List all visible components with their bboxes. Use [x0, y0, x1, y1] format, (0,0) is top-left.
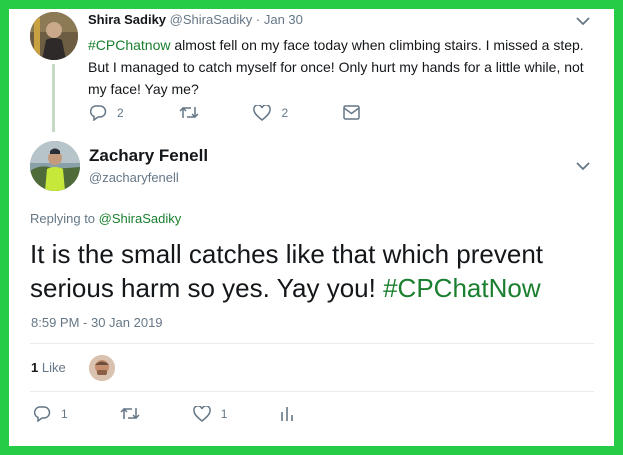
- heart-icon: [192, 405, 211, 422]
- reply-icon: [90, 105, 107, 121]
- chevron-down-icon[interactable]: [574, 157, 592, 180]
- parent-tweet-header: Shira Sadiky @ShiraSadiky · Jan 30: [88, 12, 303, 27]
- reply-icon: [34, 406, 51, 422]
- reply-action-bar: 1 1: [34, 405, 294, 422]
- retweet-action[interactable]: [179, 104, 199, 121]
- reply-action[interactable]: 1: [34, 405, 68, 422]
- reply-author-name[interactable]: Zachary Fenell: [89, 146, 208, 166]
- tweet-timestamp[interactable]: 8:59 PM - 30 Jan 2019: [31, 315, 163, 330]
- reply-tweet-text: It is the small catches like that which …: [30, 237, 600, 305]
- divider-bottom: [30, 391, 594, 392]
- thread-line: [52, 64, 55, 132]
- analytics-icon: [281, 406, 293, 421]
- reply-author-handle[interactable]: @zacharyfenell: [89, 170, 179, 185]
- separator-dot: ·: [255, 12, 261, 27]
- parent-action-bar: 2 2: [90, 104, 360, 121]
- like-action[interactable]: 2: [253, 104, 288, 121]
- heart-icon: [253, 104, 272, 121]
- likes-summary[interactable]: 1 Like: [31, 360, 66, 375]
- tweet-date[interactable]: Jan 30: [264, 12, 303, 27]
- avatar-zachary[interactable]: [30, 141, 80, 191]
- reply-count: 1: [61, 406, 68, 421]
- reply-count: 2: [117, 105, 124, 120]
- chevron-down-icon[interactable]: [574, 12, 592, 35]
- divider-top: [30, 343, 594, 344]
- envelope-icon: [343, 105, 360, 120]
- author-handle[interactable]: @ShiraSadiky: [170, 12, 253, 27]
- hashtag-link[interactable]: #CPChatNow: [383, 273, 541, 303]
- like-count: 2: [281, 105, 289, 120]
- replying-to-handle[interactable]: @ShiraSadiky: [99, 211, 182, 226]
- hashtag-link[interactable]: #CPChatnow: [88, 37, 171, 53]
- like-count: 1: [220, 406, 228, 421]
- likes-count: 1: [31, 360, 39, 375]
- retweet-icon: [179, 106, 199, 119]
- retweet-icon: [120, 407, 140, 420]
- author-name[interactable]: Shira Sadiky: [88, 12, 166, 27]
- analytics-action[interactable]: [280, 405, 294, 422]
- parent-tweet-text: #CPChatnow almost fell on my face today …: [88, 34, 588, 100]
- replying-to: Replying to @ShiraSadiky: [30, 211, 181, 226]
- likes-label: Like: [41, 360, 66, 375]
- retweet-action[interactable]: [120, 405, 140, 422]
- like-action[interactable]: 1: [192, 405, 228, 422]
- avatar-shira[interactable]: [30, 12, 78, 60]
- reply-action[interactable]: 2: [90, 104, 124, 121]
- liker-avatar[interactable]: [89, 355, 115, 381]
- replying-to-label: Replying to: [30, 211, 96, 226]
- dm-action[interactable]: [343, 104, 360, 121]
